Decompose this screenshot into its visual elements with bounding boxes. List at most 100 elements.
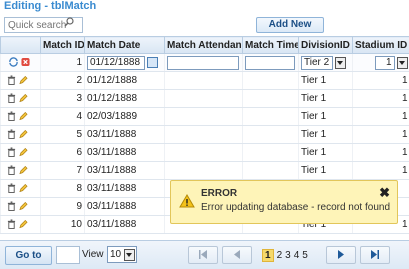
match-attendance-cell: [165, 144, 243, 162]
division-cell: Tier 1: [299, 162, 353, 180]
prev-page-button[interactable]: [222, 246, 252, 264]
page-link[interactable]: 2: [277, 250, 283, 261]
match-attendance-cell: [165, 162, 243, 180]
error-title: ERROR: [201, 188, 237, 199]
chevron-down-icon[interactable]: [124, 249, 135, 261]
page-size-select[interactable]: 10: [107, 246, 137, 263]
warning-icon: [179, 194, 195, 208]
table-row: 703/11/1888Tier 11: [1, 162, 409, 180]
edit-icon[interactable]: [19, 111, 28, 122]
match-id-cell: 9: [41, 198, 85, 216]
page-link[interactable]: 4: [294, 250, 300, 261]
pager: Go to View 10 12345: [0, 240, 409, 269]
row-actions: [1, 144, 41, 162]
delete-icon[interactable]: [7, 183, 16, 194]
last-page-button[interactable]: [360, 246, 390, 264]
table-row: 301/12/1888Tier 11: [1, 90, 409, 108]
chevron-down-icon[interactable]: [397, 57, 408, 69]
next-page-button[interactable]: [326, 246, 356, 264]
cancel-icon[interactable]: [21, 57, 30, 67]
first-page-icon: [198, 250, 208, 259]
row-actions: [1, 72, 41, 90]
match-id-cell: 5: [41, 126, 85, 144]
column-header-division-id[interactable]: DivisionID *: [299, 37, 353, 54]
stadium-cell: 1: [353, 72, 409, 90]
delete-icon[interactable]: [7, 129, 16, 140]
error-message-box: ERROR Error updating database - record n…: [170, 180, 398, 224]
division-edit-cell: Tier 2: [299, 54, 353, 72]
edit-icon[interactable]: [19, 147, 28, 158]
search-icon[interactable]: [64, 17, 74, 27]
save-icon[interactable]: [9, 57, 18, 67]
add-new-button[interactable]: Add New: [256, 17, 324, 33]
stadium-cell: 1: [353, 144, 409, 162]
delete-icon[interactable]: [7, 147, 16, 158]
edit-icon[interactable]: [19, 165, 28, 176]
error-text: Error updating database - record not fou…: [201, 202, 390, 213]
column-header-match-time[interactable]: Match Time: [243, 37, 299, 54]
table-row: 503/11/1888Tier 11: [1, 126, 409, 144]
match-date-cell: 03/11/1888: [85, 144, 165, 162]
row-actions: [1, 198, 41, 216]
edit-icon[interactable]: [19, 93, 28, 104]
column-header-actions: [1, 37, 41, 54]
edit-icon[interactable]: [19, 201, 28, 212]
delete-icon[interactable]: [7, 111, 16, 122]
first-page-button[interactable]: [188, 246, 218, 264]
edit-row-actions: [1, 54, 41, 72]
view-label: View: [82, 249, 104, 260]
match-id-cell: 10: [41, 216, 85, 234]
row-actions: [1, 180, 41, 198]
match-date-cell: 03/11/1888: [85, 162, 165, 180]
delete-icon[interactable]: [7, 93, 16, 104]
current-page[interactable]: 1: [262, 249, 274, 262]
edit-icon[interactable]: [19, 219, 28, 230]
delete-icon[interactable]: [7, 219, 16, 230]
match-attendance-input[interactable]: [167, 56, 239, 70]
match-id-cell: 6: [41, 144, 85, 162]
stadium-cell: 1: [353, 108, 409, 126]
match-date-cell: 01/12/1888: [85, 90, 165, 108]
match-time-cell: [243, 72, 299, 90]
page-link[interactable]: 5: [302, 250, 308, 261]
close-icon[interactable]: ✖: [379, 186, 390, 199]
division-cell: Tier 1: [299, 126, 353, 144]
edit-icon[interactable]: [19, 129, 28, 140]
column-header-match-id[interactable]: Match ID: [41, 37, 85, 54]
calendar-icon[interactable]: [147, 57, 158, 68]
goto-button[interactable]: Go to: [5, 246, 52, 265]
match-id-cell: 4: [41, 108, 85, 126]
match-date-cell: 03/11/1888: [85, 216, 165, 234]
column-header-stadium-id[interactable]: Stadium ID *: [353, 37, 409, 54]
goto-page-input[interactable]: [56, 246, 80, 264]
match-time-input[interactable]: [245, 56, 295, 70]
row-actions: [1, 162, 41, 180]
row-actions: [1, 90, 41, 108]
column-header-match-date[interactable]: Match Date: [85, 37, 165, 54]
match-date-cell: 02/03/1889: [85, 108, 165, 126]
stadium-select[interactable]: 1: [375, 56, 395, 70]
match-date-edit-cell: 01/12/1888: [85, 54, 165, 72]
edit-icon[interactable]: [19, 183, 28, 194]
match-time-cell: [243, 126, 299, 144]
row-actions: [1, 126, 41, 144]
page-link[interactable]: 3: [285, 250, 291, 261]
last-page-icon: [370, 250, 380, 259]
division-cell: Tier 1: [299, 144, 353, 162]
table-row: 201/12/1888Tier 11: [1, 72, 409, 90]
prev-page-icon: [232, 250, 242, 259]
delete-icon[interactable]: [7, 201, 16, 212]
column-header-match-attendance[interactable]: Match Attendance: [165, 37, 243, 54]
delete-icon[interactable]: [7, 165, 16, 176]
chevron-down-icon[interactable]: [335, 57, 346, 69]
match-date-input[interactable]: 01/12/1888: [87, 56, 145, 70]
match-attendance-cell: [165, 72, 243, 90]
delete-icon[interactable]: [7, 75, 16, 86]
edit-icon[interactable]: [19, 75, 28, 86]
stadium-edit-cell: 1: [353, 54, 409, 72]
match-attendance-cell: [165, 108, 243, 126]
division-select[interactable]: Tier 2: [301, 56, 333, 70]
division-cell: Tier 1: [299, 72, 353, 90]
match-date-cell: 01/12/1888: [85, 72, 165, 90]
table-row: 402/03/1889Tier 11: [1, 108, 409, 126]
